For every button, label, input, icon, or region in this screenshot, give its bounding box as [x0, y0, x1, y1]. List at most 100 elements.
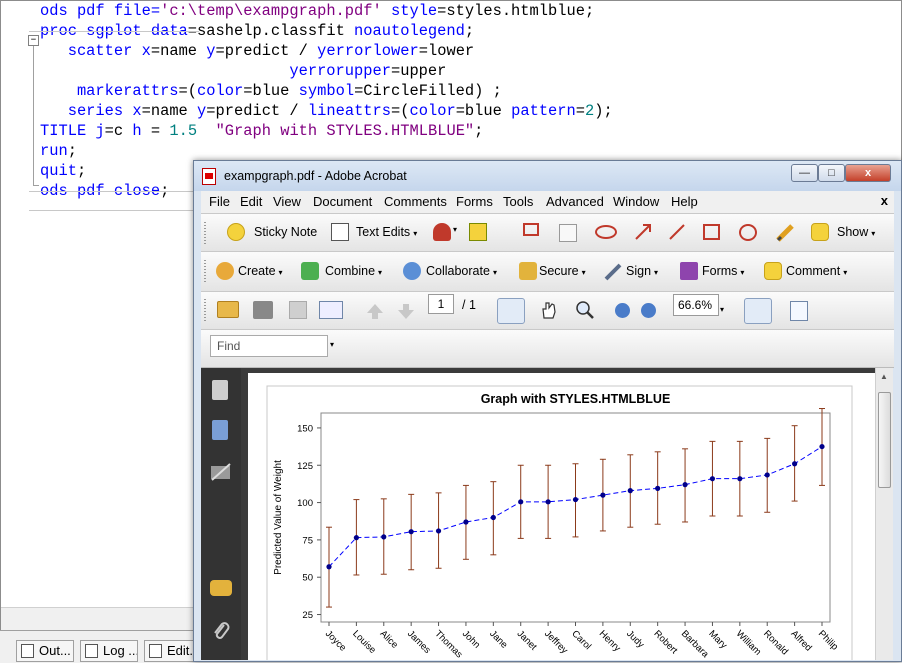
rectangle-icon[interactable] [703, 224, 720, 240]
find-dropdown[interactable]: ▾ [330, 340, 334, 349]
zoom-level-field[interactable]: 66.6% [673, 294, 719, 316]
menu-window[interactable]: Window [613, 194, 659, 209]
close-window-button[interactable]: x [845, 164, 891, 182]
x-tick-label: James [405, 628, 433, 656]
code-token: =name [150, 42, 207, 60]
menu-file[interactable]: File [209, 194, 230, 209]
zoom-dropdown[interactable]: ▾ [720, 305, 724, 314]
code-line[interactable]: series x=name y=predict / lineattrs=(col… [40, 101, 613, 121]
document-icon [21, 644, 34, 658]
collaborate-button[interactable]: Collaborate ▾ [426, 264, 497, 278]
cloud-icon[interactable] [595, 225, 617, 239]
hand-tool-icon[interactable] [539, 300, 557, 319]
marquee-zoom-icon[interactable] [575, 300, 594, 319]
data-point [545, 499, 551, 505]
show-button[interactable]: Show ▾ [837, 225, 875, 239]
x-tick-label: Joyce [323, 628, 348, 653]
toolbar-grip[interactable] [204, 222, 206, 244]
task-label: Edit... [167, 643, 194, 658]
line-icon[interactable] [668, 223, 686, 241]
scroll-thumb[interactable] [878, 392, 891, 488]
arrow-icon[interactable] [634, 223, 652, 241]
menu-comments[interactable]: Comments [384, 194, 447, 209]
menu-forms[interactable]: Forms [456, 194, 493, 209]
menu-document[interactable]: Document [313, 194, 372, 209]
code-line[interactable]: markerattrs=(color=blue symbol=CircleFil… [40, 81, 502, 101]
editor-icon [149, 644, 162, 658]
bookmarks-panel-icon[interactable] [212, 420, 228, 440]
open-folder-icon[interactable] [217, 301, 239, 318]
menu-view[interactable]: View [273, 194, 301, 209]
log-window-tab[interactable]: Log ... [80, 640, 138, 662]
data-point [572, 496, 579, 503]
fit-width-icon[interactable] [744, 298, 772, 324]
save-icon[interactable] [289, 301, 307, 319]
text-box-icon[interactable] [559, 224, 577, 242]
next-page-icon[interactable] [397, 302, 415, 320]
close-document-button[interactable]: x [881, 193, 888, 208]
secure-button[interactable]: Secure ▾ [539, 264, 586, 278]
menu-tools[interactable]: Tools [503, 194, 533, 209]
menu-advanced[interactable]: Advanced [546, 194, 604, 209]
sign-pen-icon [603, 262, 622, 281]
y-tick-label: 125 [297, 461, 313, 472]
pages-panel-icon[interactable] [212, 380, 228, 400]
code-line[interactable]: quit; [40, 161, 86, 181]
stamp-dropdown[interactable]: ▾ [453, 225, 457, 234]
select-tool-icon[interactable] [497, 298, 525, 324]
fold-guide-end [33, 185, 39, 186]
code-line[interactable]: yerrorupper=upper [40, 61, 446, 81]
stamp-icon[interactable] [433, 223, 451, 241]
x-tick-label: John [460, 628, 482, 650]
sticky-note-button[interactable]: Sticky Note [254, 225, 317, 239]
code-token: =name [141, 102, 198, 120]
attachments-paperclip-icon[interactable] [212, 620, 230, 639]
editor-horizontal-scrollbar[interactable] [1, 607, 201, 630]
zoom-out-icon[interactable] [615, 303, 630, 318]
code-token: quit [40, 162, 77, 180]
collapse-toggle[interactable]: − [28, 35, 39, 46]
sign-button[interactable]: Sign ▾ [626, 264, 658, 278]
y-tick-label: 100 [297, 498, 313, 509]
code-token: =predict / [206, 102, 308, 120]
create-button[interactable]: Create ▾ [238, 264, 283, 278]
email-icon[interactable] [319, 301, 343, 319]
menu-edit[interactable]: Edit [240, 194, 262, 209]
page-number-input[interactable]: 1 [428, 294, 454, 314]
forms-button[interactable]: Forms ▾ [702, 264, 744, 278]
zoom-in-icon[interactable] [641, 303, 656, 318]
signatures-panel-icon[interactable] [210, 462, 231, 481]
chevron-down-icon: ▾ [581, 268, 586, 277]
callout-icon[interactable] [523, 223, 539, 236]
pencil-icon[interactable] [775, 223, 794, 242]
data-point [682, 482, 688, 488]
data-point [463, 519, 469, 525]
chart-title: Graph with STYLES.HTMLBLUE [481, 392, 671, 406]
minimize-button[interactable]: — [791, 164, 818, 182]
menu-help[interactable]: Help [671, 194, 698, 209]
code-line[interactable]: ods pdf file='c:\temp\exampgraph.pdf' st… [40, 1, 594, 21]
comment-button[interactable]: Comment ▾ [786, 264, 847, 278]
editor-window-tab[interactable]: Edit... [144, 640, 194, 662]
acrobat-title-bar[interactable]: exampgraph.pdf - Adobe Acrobat — □ x [194, 161, 901, 191]
fit-page-icon[interactable] [790, 301, 808, 321]
combine-button[interactable]: Combine ▾ [325, 264, 382, 278]
document-vertical-scrollbar[interactable]: ▲ [875, 368, 893, 660]
code-line[interactable]: run; [40, 141, 77, 161]
text-edits-button[interactable]: Text Edits ▾ [356, 225, 417, 239]
oval-icon[interactable] [739, 224, 757, 241]
comments-panel-icon[interactable] [210, 580, 232, 596]
toolbar-grip[interactable] [204, 299, 206, 323]
code-line[interactable]: scatter x=name y=predict / yerrorlower=l… [40, 41, 474, 61]
scroll-up-icon[interactable]: ▲ [880, 372, 888, 381]
data-point [737, 476, 743, 482]
print-icon[interactable] [253, 301, 273, 319]
find-input[interactable]: Find [210, 335, 328, 357]
previous-page-icon[interactable] [366, 302, 384, 320]
toolbar-grip[interactable] [204, 260, 206, 284]
maximize-button[interactable]: □ [818, 164, 845, 182]
highlight-icon[interactable] [469, 223, 487, 241]
code-token: "Graph with STYLES.HTMLBLUE" [215, 122, 475, 140]
code-line[interactable]: TITLE j=c h = 1.5 "Graph with STYLES.HTM… [40, 121, 483, 141]
output-window-tab[interactable]: Out... [16, 640, 74, 662]
